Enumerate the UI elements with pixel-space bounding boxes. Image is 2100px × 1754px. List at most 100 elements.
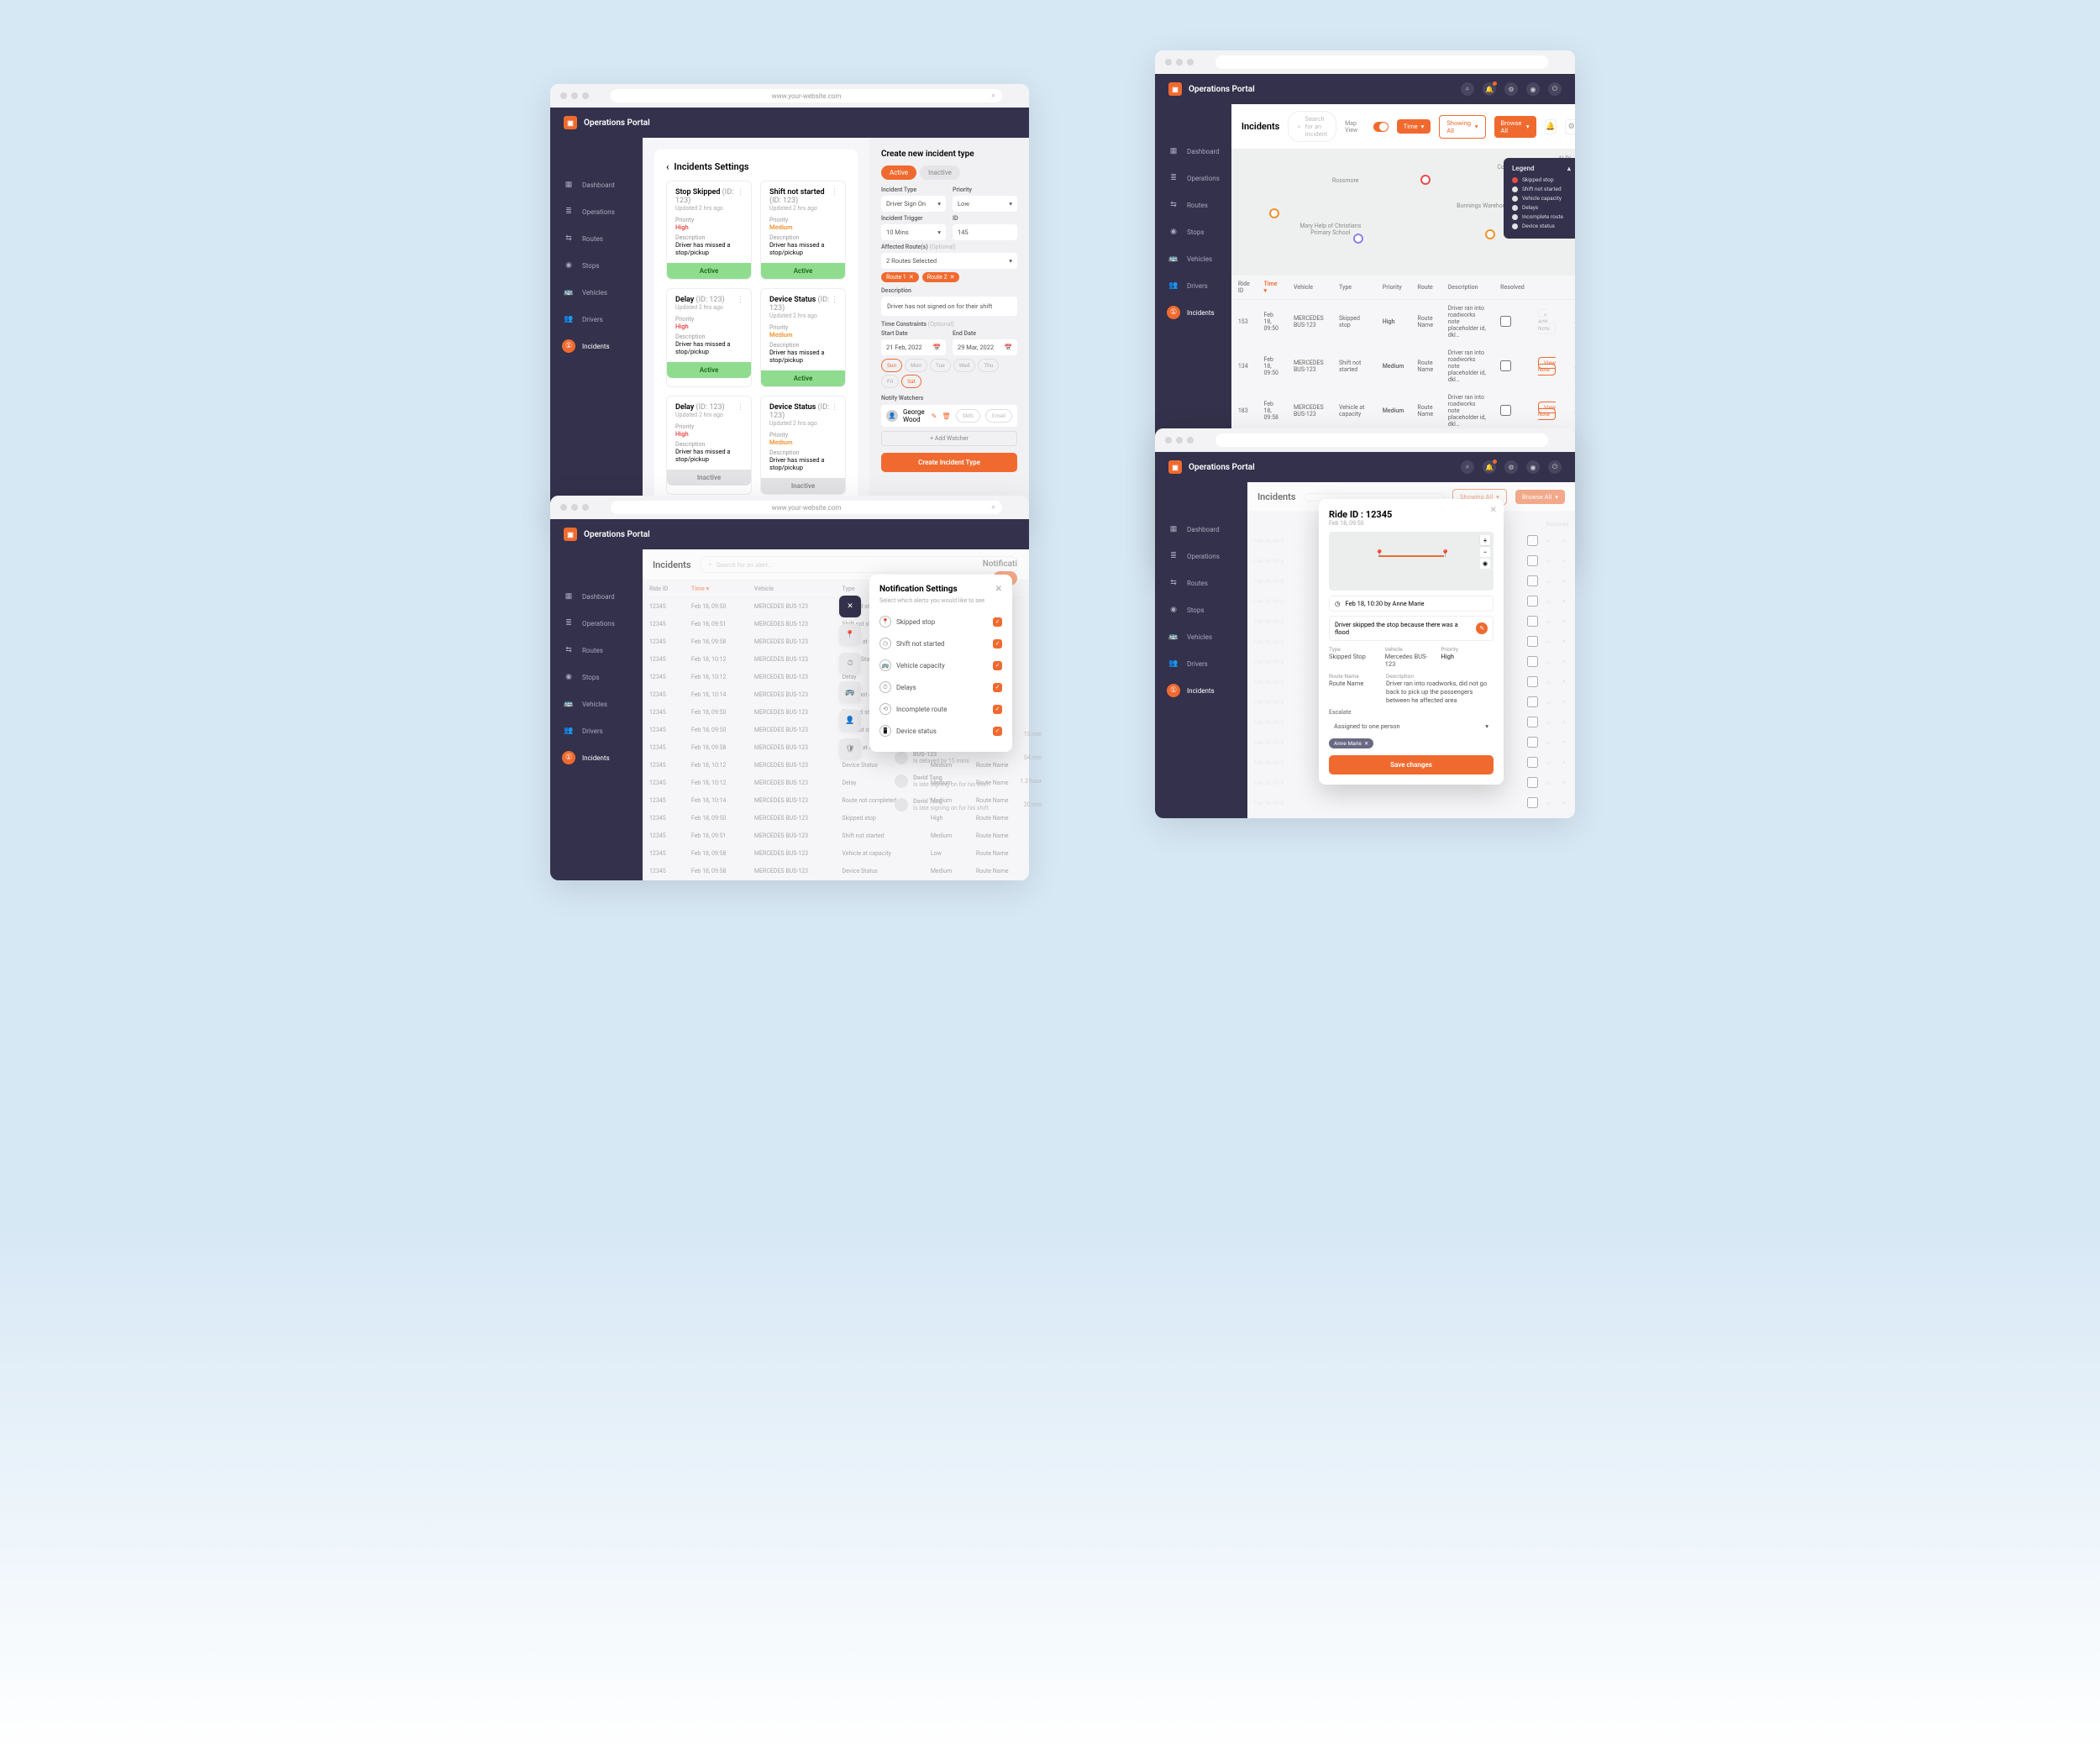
sidebar-item-drivers[interactable]: 👥Drivers <box>550 306 643 333</box>
sidebar-item-dashboard[interactable]: ▦Dashboard <box>1155 516 1247 543</box>
tab-active[interactable]: Active <box>881 165 916 180</box>
open-icon[interactable]: ↗ <box>1559 618 1568 625</box>
day-mon[interactable]: Mon <box>905 359 927 372</box>
log-item[interactable]: David TangIs late signing on for his shi… <box>895 769 1042 793</box>
day-thu[interactable]: Thu <box>978 359 999 372</box>
resolved-checkbox[interactable] <box>1527 757 1538 768</box>
route-chip[interactable]: Route 2 ✕ <box>922 272 960 282</box>
more-icon[interactable]: ⋮ <box>737 296 744 304</box>
back-icon[interactable]: ‹ <box>666 161 669 172</box>
col-action[interactable] <box>1531 276 1564 300</box>
bell-icon[interactable]: 🔔 <box>1483 460 1496 474</box>
table-row[interactable]: 12345Feb 18, 09:51MERCEDES BUS-123Shift … <box>643 827 1029 845</box>
edit-icon[interactable]: ✎ <box>932 412 937 420</box>
bus-side-icon[interactable]: 🚌 <box>839 681 861 703</box>
chevron-up-icon[interactable]: ▴ <box>1567 165 1571 172</box>
shield-side-icon[interactable]: 🛡 <box>839 738 861 760</box>
legend-item[interactable]: Delays <box>1512 204 1571 211</box>
note-icon[interactable]: ▭ <box>1543 618 1553 625</box>
detail-message[interactable]: Driver skipped the stop because there wa… <box>1335 621 1471 636</box>
delete-icon[interactable]: 🗑 <box>942 412 950 420</box>
col-route[interactable]: Route <box>1410 276 1441 300</box>
start-date[interactable]: 21 Feb, 2022📅 <box>881 339 946 355</box>
resolved-checkbox[interactable] <box>1527 777 1538 788</box>
pin-side-icon[interactable]: 📍 <box>839 624 861 646</box>
close-side-icon[interactable]: ✕ <box>839 596 861 617</box>
col-time[interactable]: Time ▾ <box>1257 276 1287 300</box>
time-filter[interactable]: Time▾ <box>1397 119 1431 134</box>
open-icon[interactable]: ↗ <box>1559 578 1568 585</box>
sidebar-item-vehicles[interactable]: 🚌Vehicles <box>1155 245 1231 272</box>
open-icon[interactable]: ↗ <box>1571 363 1575 370</box>
map-pin[interactable] <box>1269 208 1279 218</box>
end-date[interactable]: 29 Mar, 2022📅 <box>953 339 1017 355</box>
sidebar-item-operations[interactable]: ≣Operations <box>1155 543 1247 570</box>
remove-chip-icon[interactable]: ✕ <box>909 274 914 281</box>
note-icon[interactable]: ▭ <box>1543 578 1553 585</box>
sidebar-item-stops[interactable]: ◉Stops <box>550 664 643 691</box>
col-vehicle[interactable]: Vehicle <box>748 580 836 598</box>
note-button[interactable]: View Note <box>1538 402 1556 420</box>
table-row[interactable]: 153Feb 18, 09:50MERCEDES BUS-123Skipped … <box>1231 300 1575 344</box>
escalate-select[interactable]: Assigned to one person▾ <box>1329 718 1494 734</box>
browse-filter[interactable]: Browse All▾ <box>1494 116 1536 138</box>
note-icon[interactable]: ▭ <box>1543 759 1553 766</box>
sidebar-item-incidents[interactable]: ①Incidents <box>1155 677 1247 704</box>
sidebar-item-incidents[interactable]: ①Incidents <box>550 744 643 771</box>
resolved-checkbox[interactable] <box>1500 316 1511 327</box>
resolved-checkbox[interactable] <box>1500 360 1511 371</box>
legend-item[interactable]: Vehicle capacity <box>1512 195 1571 202</box>
col-type[interactable]: Type <box>1332 276 1376 300</box>
search-input[interactable]: ⌕Search for an incident <box>1288 111 1336 142</box>
resolved-checkbox[interactable] <box>1527 696 1538 707</box>
col-ride-id[interactable]: Ride ID <box>1231 276 1257 300</box>
remove-chip-icon[interactable]: ✕ <box>950 274 955 281</box>
legend-item[interactable]: Skipped stop <box>1512 176 1571 183</box>
note-icon[interactable]: ▭ <box>1543 800 1553 806</box>
email-button[interactable]: Email <box>985 409 1012 423</box>
more-icon[interactable]: ⋮ <box>737 403 744 412</box>
sidebar-item-drivers[interactable]: 👥Drivers <box>550 717 643 744</box>
open-icon[interactable]: ↗ <box>1559 598 1568 605</box>
open-icon[interactable]: ↗ <box>1559 780 1568 786</box>
sidebar-item-vehicles[interactable]: 🚌Vehicles <box>1155 623 1247 650</box>
resolved-checkbox[interactable] <box>1527 575 1538 586</box>
remove-assignee-icon[interactable]: ✕ <box>1364 740 1368 747</box>
search-input[interactable]: ⌕Search for an alert… <box>700 556 1019 573</box>
notif-checkbox[interactable]: ✓ <box>993 683 1002 692</box>
add-watcher-button[interactable]: + Add Watcher <box>881 431 1017 446</box>
incident-card[interactable]: ⋮ Shift not started (ID: 123) Updated 2 … <box>760 181 846 280</box>
open-icon[interactable]: ↗ <box>1559 800 1568 806</box>
create-incident-button[interactable]: Create Incident Type <box>881 453 1017 472</box>
map-pin[interactable] <box>1420 175 1431 185</box>
table-row[interactable]: 183Feb 18, 09:58MERCEDES BUS-123Vehicle … <box>1231 389 1575 433</box>
note-icon[interactable]: ▭ <box>1543 638 1553 645</box>
sidebar-item-drivers[interactable]: 👥Drivers <box>1155 272 1231 299</box>
table-row[interactable]: 12345Feb 18, 09:58MERCEDES BUS-123Vehicl… <box>643 845 1029 863</box>
sidebar-item-stops[interactable]: ◉Stops <box>1155 218 1231 245</box>
routes-select[interactable]: 2 Routes Selected▾ <box>881 253 1017 269</box>
more-icon[interactable]: ⋮ <box>831 296 838 304</box>
note-icon[interactable]: ▭ <box>1543 699 1553 706</box>
sidebar-item-routes[interactable]: ⇆Routes <box>550 637 643 664</box>
address-bar[interactable]: www.your-website.com⌕ <box>611 89 1002 102</box>
incident-card[interactable]: ⋮ Delay (ID: 123) Updated 2 hrs ago Prio… <box>666 396 752 495</box>
sidebar-item-routes[interactable]: ⇆Routes <box>1155 192 1231 218</box>
desc-input[interactable]: Driver has not signed on for their shift <box>881 297 1017 316</box>
resolved-checkbox[interactable] <box>1527 797 1538 808</box>
open-icon[interactable]: ↗ <box>1559 558 1568 565</box>
tab-inactive[interactable]: Inactive <box>920 165 960 180</box>
route-chip[interactable]: Route 1 ✕ <box>881 272 919 282</box>
open-icon[interactable]: ↗ <box>1559 739 1568 746</box>
notif-checkbox[interactable]: ✓ <box>993 727 1002 736</box>
resolved-checkbox[interactable] <box>1527 737 1538 748</box>
more-icon[interactable]: ⋮ <box>831 188 838 197</box>
trigger-select[interactable]: 10 Mins▾ <box>881 224 946 240</box>
edit-icon[interactable]: ✎ <box>1476 622 1488 634</box>
priority-select[interactable]: Low▾ <box>953 196 1017 212</box>
more-icon[interactable]: ⋮ <box>737 188 744 197</box>
user-loc-button[interactable]: ◉ <box>1480 559 1490 569</box>
day-sun[interactable]: Sun <box>881 359 902 372</box>
user-side-icon[interactable]: 👤 <box>839 710 861 732</box>
note-button[interactable]: + Add Note <box>1538 309 1556 334</box>
